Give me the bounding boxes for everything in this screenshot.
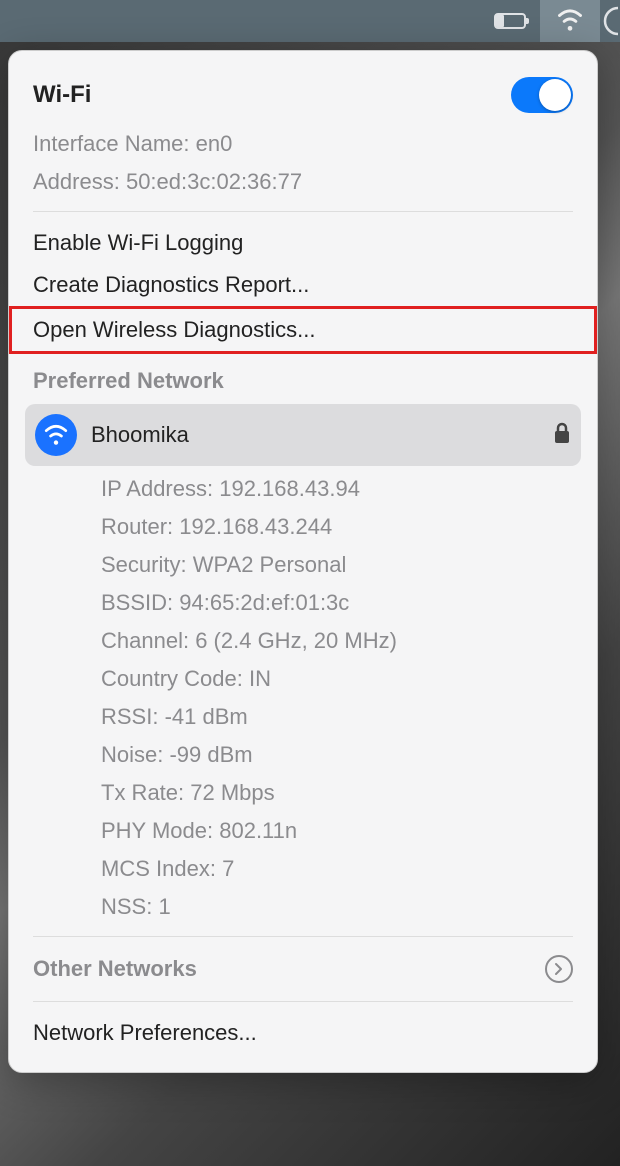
divider <box>33 211 573 212</box>
router-row: Router: 192.168.43.244 <box>9 508 597 546</box>
bssid-row: BSSID: 94:65:2d:ef:01:3c <box>9 584 597 622</box>
wifi-icon <box>556 7 584 36</box>
menubar <box>0 0 620 42</box>
nss-row: NSS: 1 <box>9 888 597 926</box>
enable-wifi-logging-item[interactable]: Enable Wi-Fi Logging <box>9 222 597 264</box>
panel-header: Wi-Fi <box>9 69 597 125</box>
toggle-knob <box>539 79 571 111</box>
address-value: 50:ed:3c:02:36:77 <box>126 169 302 194</box>
highlight-annotation: Open Wireless Diagnostics... <box>9 306 597 354</box>
mcs-index-row: MCS Index: 7 <box>9 850 597 888</box>
wifi-panel: Wi-Fi Interface Name: en0 Address: 50:ed… <box>8 50 598 1073</box>
preferred-network-header: Preferred Network <box>9 354 597 400</box>
channel-row: Channel: 6 (2.4 GHz, 20 MHz) <box>9 622 597 660</box>
network-name-label: Bhoomika <box>91 422 539 448</box>
phy-mode-row: PHY Mode: 802.11n <box>9 812 597 850</box>
network-preferences-item[interactable]: Network Preferences... <box>9 1012 597 1054</box>
lock-icon <box>553 422 571 449</box>
wifi-connected-icon <box>35 414 77 456</box>
address-label: Address: <box>33 169 120 194</box>
battery-menubar-item[interactable] <box>480 0 540 42</box>
ip-address-row: IP Address: 192.168.43.94 <box>9 470 597 508</box>
country-code-row: Country Code: IN <box>9 660 597 698</box>
wifi-menubar-item[interactable] <box>540 0 600 42</box>
other-networks-label: Other Networks <box>33 956 197 982</box>
interface-name-label: Interface Name: <box>33 131 190 156</box>
address-row: Address: 50:ed:3c:02:36:77 <box>9 163 597 201</box>
wifi-toggle[interactable] <box>511 77 573 113</box>
tx-rate-row: Tx Rate: 72 Mbps <box>9 774 597 812</box>
preferred-network-item[interactable]: Bhoomika <box>25 404 581 466</box>
divider <box>33 1001 573 1002</box>
rssi-row: RSSI: -41 dBm <box>9 698 597 736</box>
open-wireless-diagnostics-item[interactable]: Open Wireless Diagnostics... <box>12 309 594 351</box>
interface-name-row: Interface Name: en0 <box>9 125 597 163</box>
control-center-menubar-item[interactable] <box>600 0 620 42</box>
create-diagnostics-item[interactable]: Create Diagnostics Report... <box>9 264 597 306</box>
interface-name-value: en0 <box>196 131 233 156</box>
security-row: Security: WPA2 Personal <box>9 546 597 584</box>
partial-icon <box>600 6 618 36</box>
panel-title: Wi-Fi <box>33 81 91 109</box>
chevron-right-icon <box>545 955 573 983</box>
noise-row: Noise: -99 dBm <box>9 736 597 774</box>
battery-icon <box>494 13 526 29</box>
divider <box>33 936 573 937</box>
other-networks-item[interactable]: Other Networks <box>9 947 597 991</box>
